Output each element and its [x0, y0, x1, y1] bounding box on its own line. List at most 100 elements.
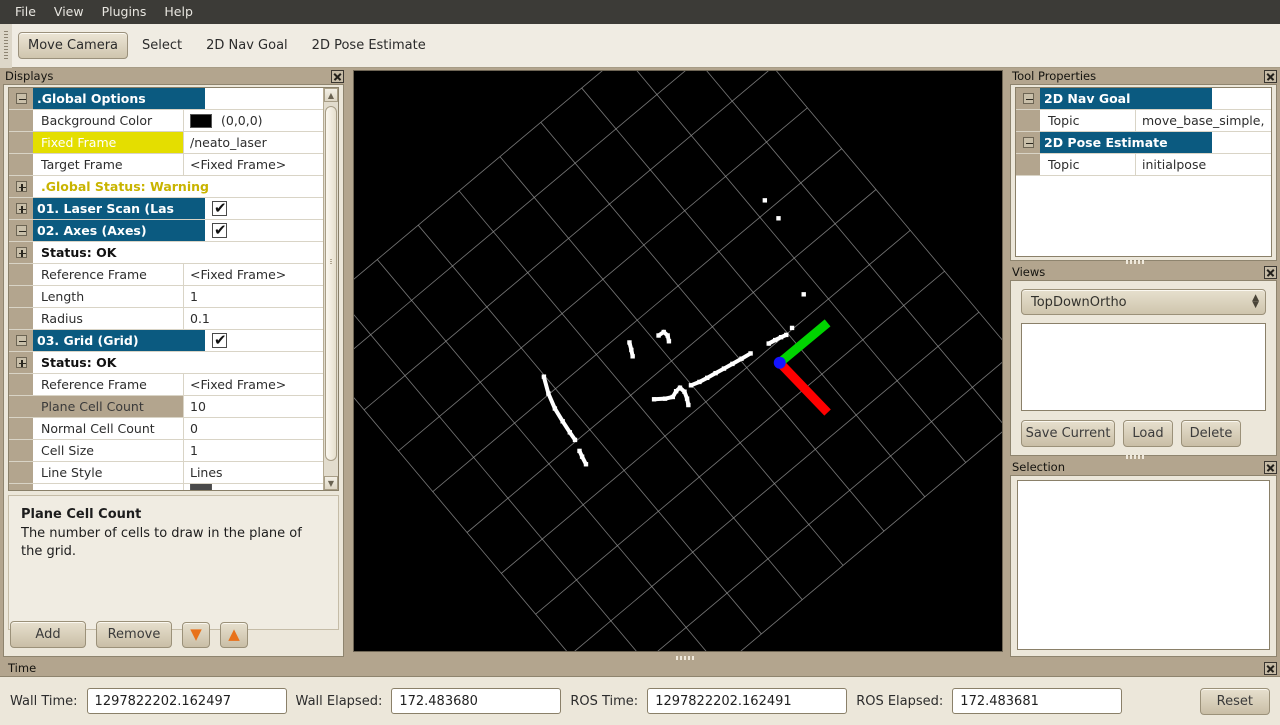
- collapse-icon[interactable]: [15, 225, 27, 236]
- axes-origin-dot: [773, 356, 786, 369]
- tree-row[interactable]: Plane Cell Count 10: [9, 396, 323, 418]
- tree-row-value[interactable]: <Fixed Frame>: [183, 154, 323, 175]
- save-current-view-button[interactable]: Save Current: [1021, 420, 1115, 447]
- expand-icon[interactable]: [15, 247, 27, 258]
- expand-icon[interactable]: [15, 203, 27, 214]
- tree-row[interactable]: Background Color (0,0,0): [9, 110, 323, 132]
- tool-2d-pose-estimate[interactable]: 2D Pose Estimate: [302, 32, 436, 59]
- move-up-button[interactable]: ▲: [220, 621, 248, 648]
- display-enable-checkbox[interactable]: [212, 331, 227, 349]
- tree-row-value[interactable]: <Fixed Frame>: [183, 264, 323, 285]
- collapse-icon[interactable]: [1022, 93, 1034, 104]
- tree-row[interactable]: Topic initialpose: [1016, 154, 1271, 176]
- menu-file[interactable]: File: [6, 1, 45, 23]
- tool-select[interactable]: Select: [132, 32, 192, 59]
- tree-row[interactable]: Cell Size 1: [9, 440, 323, 462]
- tree-row[interactable]: 02. Axes (Axes): [9, 220, 323, 242]
- tree-row-value[interactable]: [183, 484, 323, 490]
- tree-row[interactable]: Normal Cell Count 0: [9, 418, 323, 440]
- expand-icon[interactable]: [15, 181, 27, 192]
- tree-row-value[interactable]: 1: [183, 440, 323, 461]
- tree-row-value[interactable]: 10: [183, 396, 323, 417]
- collapse-icon[interactable]: [15, 335, 27, 346]
- scroll-down-icon[interactable]: ▼: [324, 476, 338, 490]
- tree-row-value[interactable]: [1212, 88, 1271, 109]
- wall-time-field[interactable]: 1297822202.162497: [86, 688, 287, 714]
- tool-2d-nav-goal[interactable]: 2D Nav Goal: [196, 32, 298, 59]
- tree-row[interactable]: .Global Options: [9, 88, 323, 110]
- tool-move-camera[interactable]: Move Camera: [18, 32, 129, 59]
- reset-time-button[interactable]: Reset: [1199, 687, 1270, 715]
- tree-row-value[interactable]: [205, 198, 323, 219]
- move-down-button[interactable]: ▼: [182, 621, 210, 648]
- tree-row-value[interactable]: (0,0,0): [183, 110, 323, 131]
- color-swatch[interactable]: [190, 113, 212, 128]
- tree-row[interactable]: Status: OK: [9, 352, 323, 374]
- load-view-button[interactable]: Load: [1123, 420, 1173, 447]
- menu-help[interactable]: Help: [155, 1, 202, 23]
- tree-row-value[interactable]: [1212, 132, 1271, 153]
- tree-row[interactable]: Fixed Frame/neato_laser: [9, 132, 323, 154]
- close-icon[interactable]: [1264, 69, 1277, 83]
- displays-tree[interactable]: .Global Options Background Color (0,0,0) Fi…: [8, 87, 339, 491]
- tree-row-gutter: [9, 286, 33, 307]
- menu-view[interactable]: View: [45, 1, 93, 23]
- color-swatch[interactable]: [190, 484, 212, 490]
- ros-time-field[interactable]: 1297822202.162491: [647, 688, 848, 714]
- tree-row-value[interactable]: 0.1: [183, 308, 323, 329]
- toolbar-drag-handle[interactable]: [0, 23, 12, 68]
- tree-row-value[interactable]: [205, 88, 323, 109]
- display-enable-checkbox[interactable]: [212, 199, 227, 217]
- tree-row-value[interactable]: 1: [183, 286, 323, 307]
- selection-list[interactable]: [1017, 480, 1270, 650]
- tree-row[interactable]: 2D Nav Goal: [1016, 88, 1271, 110]
- tree-row[interactable]: Reference Frame <Fixed Frame>: [9, 374, 323, 396]
- render-canvas[interactable]: [353, 70, 1003, 652]
- time-panel: Time Wall Time: 1297822202.162497 Wall E…: [0, 660, 1280, 725]
- tree-row-value[interactable]: <Fixed Frame>: [183, 374, 323, 395]
- close-icon[interactable]: [1264, 661, 1277, 675]
- spinner-arrows-icon[interactable]: ▲ ▼: [1252, 294, 1259, 310]
- tree-row[interactable]: .Global Status: Warning: [9, 176, 338, 198]
- render-viewport[interactable]: [351, 68, 1005, 654]
- menu-plugins[interactable]: Plugins: [93, 1, 156, 23]
- tree-row-value[interactable]: /neato_laser: [183, 132, 323, 153]
- tree-row[interactable]: Target Frame <Fixed Frame>: [9, 154, 323, 176]
- tree-row-value[interactable]: [205, 220, 323, 241]
- tree-row[interactable]: Status: OK: [9, 242, 323, 264]
- close-icon[interactable]: [1264, 265, 1277, 279]
- collapse-icon[interactable]: [1022, 137, 1034, 148]
- expand-icon[interactable]: [15, 357, 27, 368]
- saved-views-list[interactable]: [1021, 323, 1266, 411]
- tree-row-value[interactable]: 0: [183, 418, 323, 439]
- close-icon[interactable]: [1264, 460, 1277, 474]
- tree-row-value[interactable]: [205, 330, 323, 351]
- tree-row[interactable]: 03. Grid (Grid): [9, 330, 323, 352]
- collapse-icon[interactable]: [15, 93, 27, 104]
- tree-row[interactable]: Topic move_base_simple,: [1016, 110, 1271, 132]
- scroll-up-icon[interactable]: ▲: [324, 88, 338, 102]
- tree-row-value[interactable]: initialpose: [1135, 154, 1271, 175]
- tree-row[interactable]: Line Style Lines: [9, 462, 323, 484]
- tree-row[interactable]: 01. Laser Scan (Las: [9, 198, 323, 220]
- remove-display-button[interactable]: Remove: [96, 621, 172, 648]
- delete-view-button[interactable]: Delete: [1181, 420, 1241, 447]
- display-enable-checkbox[interactable]: [212, 221, 227, 239]
- scrollbar-thumb[interactable]: [325, 106, 337, 461]
- tree-row[interactable]: 2D Pose Estimate: [1016, 132, 1271, 154]
- tree-row-value[interactable]: move_base_simple,: [1135, 110, 1271, 131]
- view-type-dropdown[interactable]: TopDownOrtho ▲ ▼: [1021, 289, 1266, 315]
- tree-row-gutter: [1016, 88, 1040, 109]
- tool-properties-tree[interactable]: 2D Nav Goal Topic move_base_simple, 2D Pose…: [1015, 87, 1272, 257]
- close-icon[interactable]: [331, 69, 344, 83]
- add-display-button[interactable]: Add: [10, 621, 86, 648]
- tree-row[interactable]: Reference Frame <Fixed Frame>: [9, 264, 323, 286]
- tree-row[interactable]: Length 1: [9, 286, 323, 308]
- tree-row-value[interactable]: Lines: [183, 462, 323, 483]
- ros-elapsed-field[interactable]: 172.483681: [952, 688, 1123, 714]
- wall-elapsed-field[interactable]: 172.483680: [391, 688, 562, 714]
- displays-scrollbar[interactable]: ▲ ▼: [323, 88, 338, 490]
- tree-row[interactable]: Radius 0.1: [9, 308, 323, 330]
- tree-row[interactable]: [9, 484, 323, 490]
- scene-svg: [354, 71, 1002, 651]
